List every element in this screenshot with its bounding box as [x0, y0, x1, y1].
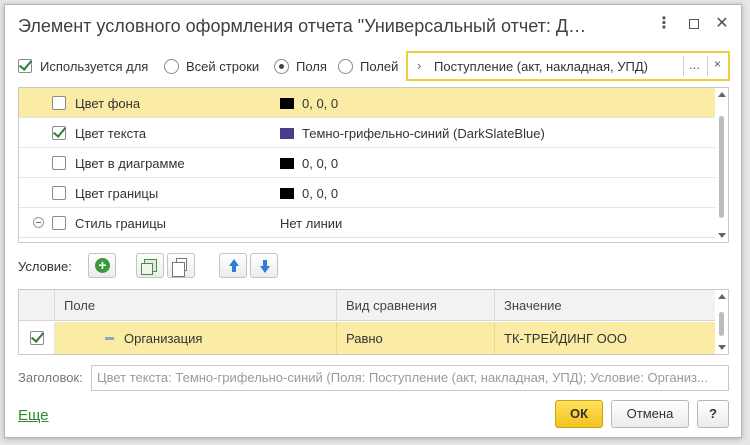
arrow-up-icon	[229, 259, 239, 272]
color-swatch	[280, 128, 294, 139]
column-header-value[interactable]: Значение	[495, 290, 716, 321]
fields-selector-value: Поступление (акт, накладная, УПД)	[434, 59, 648, 74]
kebab-icon[interactable]: ⋮	[655, 15, 673, 33]
column-header-comparison[interactable]: Вид сравнения	[337, 290, 495, 321]
property-name: Цвет текста	[75, 126, 147, 141]
caption-row: Заголовок: Цвет текста: Темно-грифельно-…	[5, 365, 741, 391]
scroll-down-icon[interactable]	[718, 233, 726, 238]
title-bar: Элемент условного оформления отчета "Уни…	[5, 5, 741, 47]
caption-label: Заголовок:	[18, 370, 83, 385]
group-icon	[141, 259, 157, 275]
radio-fields-label: Поля	[296, 59, 327, 74]
arrow-down-icon	[260, 260, 270, 273]
condition-scrollbar[interactable]	[715, 290, 728, 354]
property-value: 0, 0, 0	[302, 186, 339, 201]
color-swatch	[280, 98, 294, 109]
copy-icon	[172, 258, 187, 277]
radio-fields-plural-label: Полей	[360, 59, 399, 74]
fields-selector[interactable]: › Поступление (акт, накладная, УПД) ... …	[406, 51, 730, 81]
close-icon[interactable]: ✕	[713, 15, 731, 33]
ok-button[interactable]: ОК	[555, 400, 603, 428]
property-name: Цвет границы	[75, 186, 159, 201]
caption-input[interactable]: Цвет текста: Темно-грифельно-синий (Поля…	[91, 365, 729, 391]
plus-icon: +	[95, 258, 110, 273]
scroll-up-icon[interactable]	[718, 294, 726, 299]
help-button[interactable]: ?	[697, 400, 729, 428]
move-down-button[interactable]	[250, 253, 278, 278]
clear-button[interactable]: ×	[714, 57, 721, 71]
window-title: Элемент условного оформления отчета "Уни…	[18, 16, 587, 36]
choose-button[interactable]: ...	[689, 57, 700, 72]
property-checkbox[interactable]	[52, 126, 66, 140]
condition-field: Организация	[124, 331, 203, 346]
chevron-right-icon: ›	[417, 58, 422, 73]
scrollbar-thumb[interactable]	[719, 312, 724, 336]
dialog-window: Элемент условного оформления отчета "Уни…	[4, 4, 742, 438]
maximize-icon[interactable]	[685, 15, 703, 33]
property-checkbox[interactable]	[52, 186, 66, 200]
condition-label: Условие:	[18, 259, 72, 274]
usage-checkbox[interactable]	[18, 59, 32, 73]
appearance-properties-table: Цвет фона 0, 0, 0 Цвет текста Темно-гриф…	[18, 87, 729, 243]
scrollbar-thumb[interactable]	[719, 116, 724, 218]
radio-all-rows[interactable]	[164, 59, 179, 74]
column-header-field[interactable]: Поле	[55, 290, 337, 321]
move-up-button[interactable]	[219, 253, 247, 278]
collapse-icon[interactable]	[33, 217, 44, 228]
condition-value[interactable]: ТК-ТРЕЙДИНГ ООО	[495, 322, 716, 354]
property-name: Цвет фона	[75, 96, 141, 111]
cancel-button[interactable]: Отмена	[611, 400, 689, 428]
usage-checkbox-label: Используется для	[40, 59, 149, 74]
property-checkbox[interactable]	[52, 216, 66, 230]
property-value: 0, 0, 0	[302, 156, 339, 171]
group-conditions-button[interactable]	[136, 253, 164, 278]
property-row-text-color[interactable]: Цвет текста Темно-грифельно-синий (DarkS…	[19, 118, 716, 148]
table-row[interactable]: Организация Равно ТК-ТРЕЙДИНГ ООО	[19, 322, 716, 354]
add-condition-button[interactable]: +	[88, 253, 116, 278]
radio-fields[interactable]	[274, 59, 289, 74]
property-row-chart-color[interactable]: Цвет в диаграмме 0, 0, 0	[19, 148, 716, 178]
property-row-border-style[interactable]: Стиль границы Нет линии	[19, 208, 716, 238]
condition-table: Поле Вид сравнения Значение Организация …	[18, 289, 729, 355]
field-dash-icon	[105, 337, 114, 340]
more-link[interactable]: Еще	[18, 407, 49, 424]
condition-table-header: Поле Вид сравнения Значение	[19, 290, 716, 321]
copy-condition-button[interactable]	[167, 253, 195, 278]
usage-row: Используется для Всей строки Поля Полей …	[5, 51, 741, 83]
property-checkbox[interactable]	[52, 156, 66, 170]
property-checkbox[interactable]	[52, 96, 66, 110]
property-value: Темно-грифельно-синий (DarkSlateBlue)	[302, 126, 545, 141]
property-value: 0, 0, 0	[302, 96, 339, 111]
property-row-border-color[interactable]: Цвет границы 0, 0, 0	[19, 178, 716, 208]
scroll-up-icon[interactable]	[718, 92, 726, 97]
condition-toolbar: Условие: +	[5, 251, 741, 281]
properties-scrollbar[interactable]	[715, 88, 728, 242]
property-row-background-color[interactable]: Цвет фона 0, 0, 0	[19, 88, 716, 118]
condition-checkbox[interactable]	[30, 331, 44, 345]
property-name: Стиль границы	[75, 216, 167, 231]
property-name: Цвет в диаграмме	[75, 156, 185, 171]
radio-fields-plural[interactable]	[338, 59, 353, 74]
color-swatch	[280, 158, 294, 169]
condition-comparison[interactable]: Равно	[337, 322, 495, 354]
scroll-down-icon[interactable]	[718, 345, 726, 350]
property-value: Нет линии	[280, 216, 343, 231]
radio-all-rows-label: Всей строки	[186, 59, 260, 74]
color-swatch	[280, 188, 294, 199]
